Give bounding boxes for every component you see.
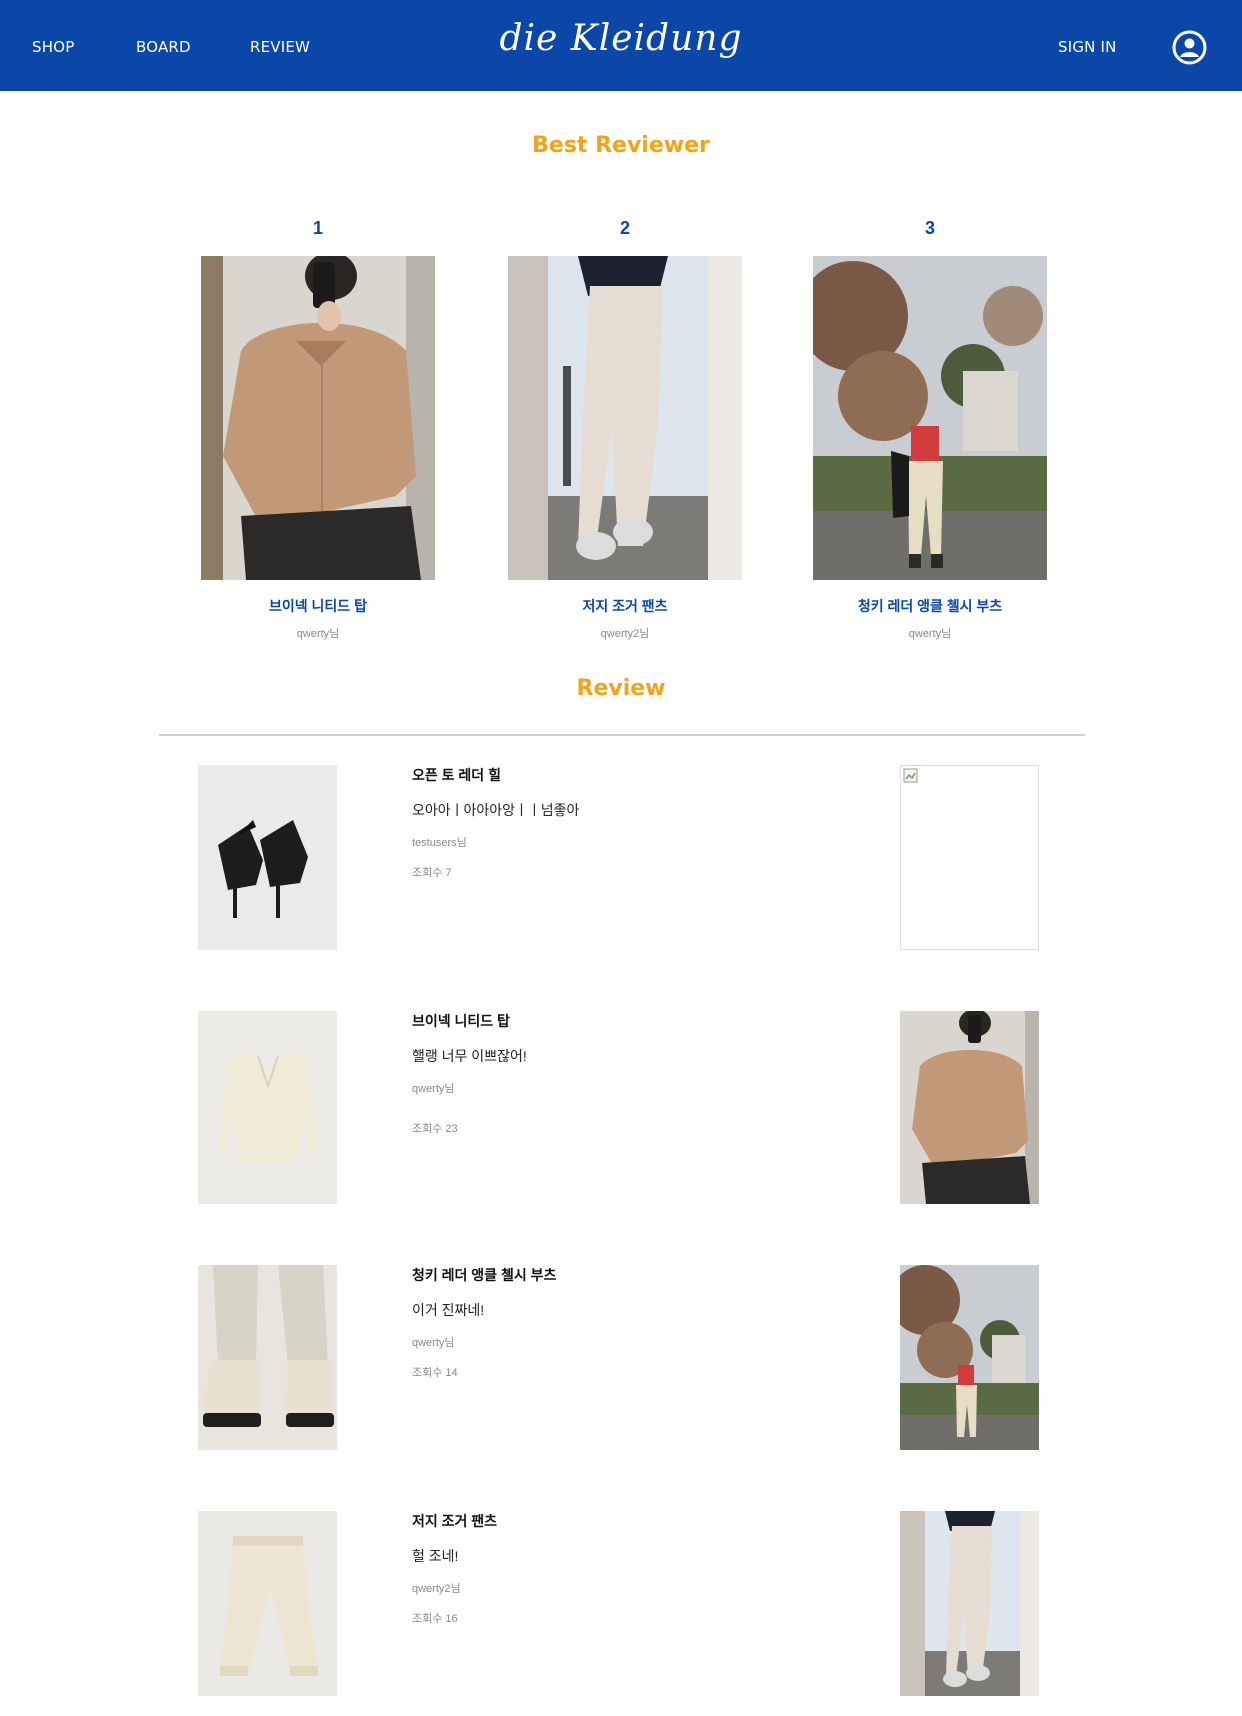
review-item[interactable]: 오픈 토 레더 힐 오아아ㅣ아아아앙ㅣㅣ넘좋아 testusers님 조회수 7 bbox=[0, 765, 1242, 955]
best-product-name[interactable]: 청키 레더 앵클 첼시 부츠 bbox=[813, 596, 1047, 616]
review-product-title[interactable]: 오픈 토 레더 힐 bbox=[412, 765, 579, 785]
review-view-count: 조회수 14 bbox=[412, 1367, 458, 1379]
nav-board-link[interactable]: BOARD bbox=[136, 38, 191, 56]
best-username: qwerty님 bbox=[908, 628, 952, 640]
rank-number: 3 bbox=[924, 218, 935, 238]
brand-logo[interactable]: die Kleidung bbox=[500, 18, 743, 59]
review-username: testusers님 bbox=[412, 837, 467, 849]
review-view-count: 조회수 16 bbox=[412, 1613, 458, 1625]
review-text-block: 브이넥 니티드 탑 핼랭 너무 이쁘잖어! qwerty님 조회수 23 bbox=[412, 1011, 527, 1136]
rank-number: 2 bbox=[619, 218, 630, 238]
review-item[interactable]: 저지 조거 팬츠 헐 조네! qwerty2님 조회수 16 bbox=[0, 1511, 1242, 1701]
review-text-block: 오픈 토 레더 힐 오아아ㅣ아아아앙ㅣㅣ넘좋아 testusers님 조회수 7 bbox=[412, 765, 579, 880]
product-thumbnail[interactable] bbox=[198, 1511, 337, 1696]
review-photo[interactable] bbox=[900, 1011, 1039, 1204]
best-card-2: 2 저지 조거 팬츠 qwerty2님 bbox=[508, 218, 742, 641]
product-thumbnail[interactable] bbox=[198, 765, 337, 950]
product-thumbnail[interactable] bbox=[198, 1011, 337, 1204]
review-body: 헐 조네! bbox=[412, 1548, 459, 1564]
best-product-name[interactable]: 저지 조거 팬츠 bbox=[508, 596, 742, 616]
best-username: qwerty님 bbox=[296, 628, 340, 640]
review-username: qwerty님 bbox=[412, 1337, 455, 1349]
review-product-title[interactable]: 브이넥 니티드 탑 bbox=[412, 1011, 527, 1031]
section-divider bbox=[159, 734, 1085, 736]
best-review-photo[interactable] bbox=[201, 256, 435, 580]
best-username: qwerty2님 bbox=[600, 628, 650, 640]
rank-number: 1 bbox=[312, 218, 323, 238]
review-username: qwerty2님 bbox=[412, 1583, 461, 1595]
review-view-count: 조회수 23 bbox=[412, 1123, 458, 1135]
review-item[interactable]: 청키 레더 앵클 첼시 부츠 이거 진짜네! qwerty님 조회수 14 bbox=[0, 1265, 1242, 1455]
nav-shop-link[interactable]: SHOP bbox=[32, 38, 74, 56]
review-section-title: Review bbox=[576, 676, 666, 701]
best-review-photo[interactable] bbox=[813, 256, 1047, 580]
review-body: 이거 진짜네! bbox=[412, 1302, 485, 1318]
sign-in-link[interactable]: SIGN IN bbox=[1058, 38, 1117, 56]
review-item[interactable]: 브이넥 니티드 탑 핼랭 너무 이쁘잖어! qwerty님 조회수 23 bbox=[0, 1011, 1242, 1204]
product-thumbnail[interactable] bbox=[198, 1265, 337, 1450]
top-navbar: SHOP BOARD REVIEW die Kleidung SIGN IN bbox=[0, 0, 1242, 91]
best-reviewer-title: Best Reviewer bbox=[532, 133, 710, 158]
broken-image-icon bbox=[903, 768, 918, 783]
review-text-block: 저지 조거 팬츠 헐 조네! qwerty2님 조회수 16 bbox=[412, 1511, 497, 1626]
review-photo-broken[interactable] bbox=[900, 765, 1039, 950]
review-photo[interactable] bbox=[900, 1265, 1039, 1450]
nav-review-link[interactable]: REVIEW bbox=[250, 38, 310, 56]
review-product-title[interactable]: 청키 레더 앵클 첼시 부츠 bbox=[412, 1265, 556, 1285]
user-circle-icon[interactable] bbox=[1172, 30, 1207, 65]
review-view-count: 조회수 7 bbox=[412, 867, 452, 879]
review-text-block: 청키 레더 앵클 첼시 부츠 이거 진짜네! qwerty님 조회수 14 bbox=[412, 1265, 556, 1380]
review-product-title[interactable]: 저지 조거 팬츠 bbox=[412, 1511, 497, 1531]
review-body: 핼랭 너무 이쁘잖어! bbox=[412, 1048, 527, 1064]
best-product-name[interactable]: 브이넥 니티드 탑 bbox=[201, 596, 435, 616]
review-photo[interactable] bbox=[900, 1511, 1039, 1696]
review-username: qwerty님 bbox=[412, 1083, 455, 1095]
review-body: 오아아ㅣ아아아앙ㅣㅣ넘좋아 bbox=[412, 802, 580, 818]
best-card-1: 1 브이넥 니티드 탑 qwerty님 bbox=[201, 218, 435, 641]
best-card-3: 3 청키 레더 앵클 첼시 부츠 qwerty님 bbox=[813, 218, 1047, 641]
best-review-photo[interactable] bbox=[508, 256, 742, 580]
